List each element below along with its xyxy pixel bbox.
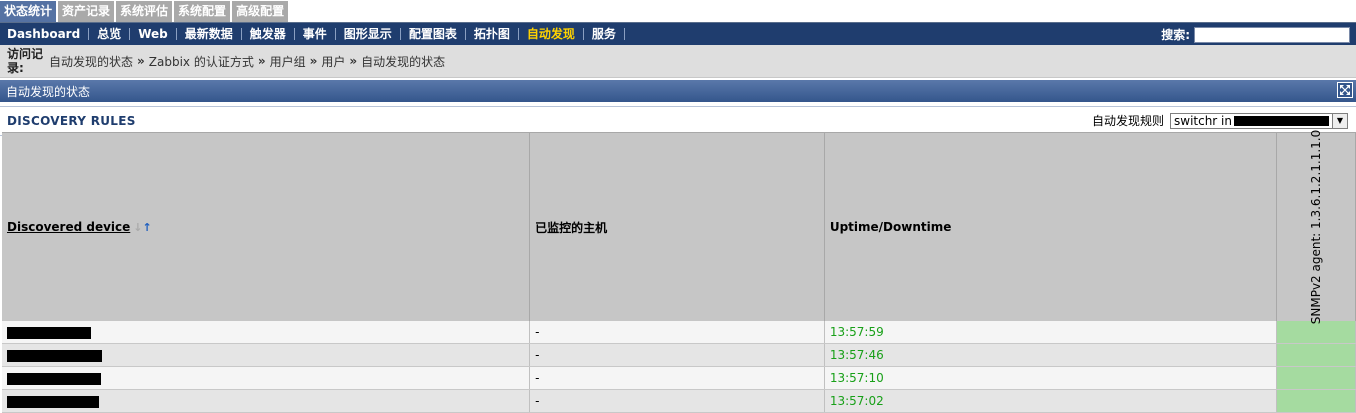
nav-screens[interactable]: 配置图表 — [401, 28, 466, 40]
monitored-cell: - — [529, 389, 825, 413]
nav-triggers[interactable]: 触发器 — [242, 28, 295, 40]
widget-title: 自动发现的状态 — [6, 84, 91, 99]
redacted-block — [7, 372, 101, 385]
search-area: 搜索: — [1161, 26, 1350, 43]
widget-header: 自动发现的状态 — [0, 80, 1356, 102]
rule-select-value: switchr in — [1174, 113, 1232, 128]
top-tab-administration[interactable]: 高级配置 — [232, 1, 289, 22]
monitored-cell: - — [529, 321, 825, 344]
top-tab-status[interactable]: 状态统计 — [0, 1, 57, 22]
sort-arrows-icon: ↓↑ — [133, 221, 152, 234]
nav-discovery[interactable]: 自动发现 — [519, 28, 584, 40]
column-header-uptime: Uptime/Downtime — [824, 132, 1277, 321]
nav-latest-data[interactable]: 最新数据 — [177, 28, 242, 40]
check-label: SNMPv2 agent: 1.3.6.1.2.1.1.1.0 — [1308, 129, 1323, 325]
top-tab-inventory[interactable]: 资产记录 — [58, 1, 115, 22]
history-bar: 访问记录: 自动发现的状态 » Zabbix 的认证方式 » 用户组 » 用户 … — [0, 45, 1356, 78]
table-header-row: Discovered device ↓↑ 已监控的主机 Uptime/Downti… — [2, 129, 1356, 325]
nav-web[interactable]: Web — [130, 28, 177, 40]
discovery-rules-title: DISCOVERY RULES — [7, 114, 136, 128]
redacted-block — [7, 326, 91, 339]
device-cell — [2, 343, 531, 367]
rule-filter-label: 自动发现规则 — [1091, 114, 1164, 128]
status-cell — [1276, 389, 1356, 413]
rule-filter: 自动发现规则 switchr in ▼ — [1092, 112, 1348, 129]
status-cell — [1276, 343, 1356, 367]
search-input[interactable] — [1194, 26, 1350, 43]
column-header-device[interactable]: Discovered device ↓↑ — [2, 132, 531, 321]
table-row: - 13:57:02 — [2, 389, 1356, 413]
uptime-cell: 13:57:59 — [824, 321, 1277, 344]
breadcrumb-separator: » — [349, 54, 358, 68]
nav-maps[interactable]: 拓扑图 — [466, 28, 519, 40]
redacted-block — [7, 349, 102, 362]
breadcrumb-separator: » — [309, 54, 318, 68]
redacted-block — [7, 395, 99, 408]
breadcrumb: 自动发现的状态 » Zabbix 的认证方式 » 用户组 » 用户 » 自动发现… — [49, 53, 445, 70]
breadcrumb-separator: » — [137, 54, 145, 68]
main-nav: Dashboard 总览 Web 最新数据 触发器 事件 图形显示 配置图表 拓… — [0, 23, 1356, 45]
history-link-3[interactable]: 用户组 — [270, 53, 306, 70]
status-cell — [1276, 321, 1356, 344]
history-link-5[interactable]: 自动发现的状态 — [361, 53, 445, 70]
column-header-monitored-host: 已监控的主机 — [529, 132, 825, 321]
nav-dashboard[interactable]: Dashboard — [0, 28, 90, 40]
column-header-check: SNMPv2 agent: 1.3.6.1.2.1.1.1.0 — [1276, 129, 1356, 325]
uptime-cell: 13:57:02 — [824, 389, 1277, 413]
top-tab-bar: 状态统计 资产记录 系统评估 系统配置 高级配置 — [0, 0, 1356, 23]
uptime-cell: 13:57:46 — [824, 343, 1277, 367]
monitored-cell: - — [529, 366, 825, 390]
discovery-table: Discovered device ↓↑ 已监控的主机 Uptime/Downti… — [2, 129, 1356, 413]
fullscreen-icon[interactable] — [1337, 82, 1353, 98]
history-link-1[interactable]: 自动发现的状态 — [49, 53, 133, 70]
nav-overview[interactable]: 总览 — [89, 28, 131, 40]
status-cell — [1276, 366, 1356, 390]
top-tab-reports[interactable]: 系统评估 — [116, 1, 173, 22]
device-cell — [2, 389, 531, 413]
history-link-2[interactable]: Zabbix 的认证方式 — [149, 53, 254, 70]
chevron-down-icon[interactable]: ▼ — [1332, 113, 1347, 128]
breadcrumb-separator: » — [257, 54, 266, 68]
sort-device-link[interactable]: Discovered device — [7, 220, 130, 234]
top-tab-configuration[interactable]: 系统配置 — [174, 1, 231, 22]
nav-services[interactable]: 服务 — [584, 28, 625, 40]
nav-graphs[interactable]: 图形显示 — [336, 28, 401, 40]
monitored-cell: - — [529, 343, 825, 367]
table-row: - 13:57:10 — [2, 366, 1356, 390]
table-row: - 13:57:46 — [2, 343, 1356, 367]
search-label: 搜索: — [1161, 28, 1190, 42]
table-row: - 13:57:59 — [2, 321, 1356, 344]
device-cell — [2, 321, 531, 344]
uptime-cell: 13:57:10 — [824, 366, 1277, 390]
history-label: 访问记录: — [7, 47, 44, 75]
history-link-4[interactable]: 用户 — [321, 53, 345, 70]
discovery-rule-select[interactable]: switchr in ▼ — [1170, 112, 1348, 129]
redacted-block — [1234, 115, 1329, 126]
device-cell — [2, 366, 531, 390]
nav-events[interactable]: 事件 — [295, 28, 336, 40]
